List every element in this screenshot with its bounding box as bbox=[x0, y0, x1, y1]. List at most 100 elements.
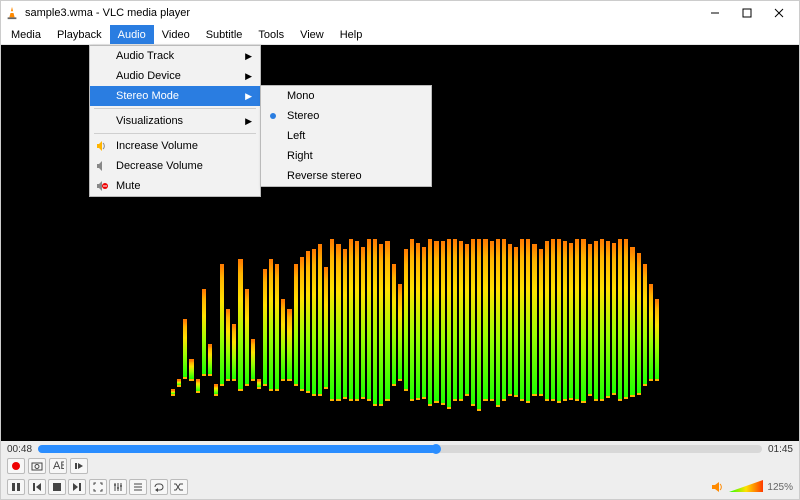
viz-bar bbox=[226, 309, 230, 441]
viz-bar bbox=[232, 324, 236, 441]
audio-menu-decrease-volume[interactable]: Decrease Volume bbox=[90, 156, 260, 176]
menu-media[interactable]: Media bbox=[3, 25, 49, 44]
viz-bar bbox=[606, 241, 610, 441]
viz-bar bbox=[251, 339, 255, 441]
viz-bar bbox=[471, 239, 475, 441]
loop-button[interactable] bbox=[150, 479, 168, 495]
stereo-option-reverse-stereo[interactable]: Reverse stereo bbox=[261, 166, 431, 186]
menu-audio[interactable]: Audio bbox=[110, 25, 154, 44]
maximize-button[interactable] bbox=[731, 1, 763, 25]
audio-menu-audio-device[interactable]: Audio Device▶ bbox=[90, 66, 260, 86]
record-button[interactable] bbox=[7, 458, 25, 474]
seek-slider[interactable] bbox=[38, 445, 762, 453]
viz-bar bbox=[373, 239, 377, 441]
submenu-arrow-icon: ▶ bbox=[245, 71, 252, 82]
audio-menu-stereo-mode[interactable]: Stereo Mode▶ bbox=[90, 86, 260, 106]
viz-bar bbox=[208, 344, 212, 441]
viz-bar bbox=[428, 239, 432, 441]
shuffle-button[interactable] bbox=[170, 479, 188, 495]
fullscreen-button[interactable] bbox=[89, 479, 107, 495]
viz-bar bbox=[422, 247, 426, 441]
atob-loop-button[interactable]: AB bbox=[49, 458, 67, 474]
viz-bar bbox=[453, 239, 457, 441]
progress-row: 00:48 01:45 bbox=[1, 441, 799, 457]
viz-bar bbox=[404, 249, 408, 441]
playback-toolbar: 125% bbox=[1, 475, 799, 499]
viz-bar bbox=[569, 243, 573, 441]
submenu-arrow-icon: ▶ bbox=[245, 51, 252, 62]
audio-menu-visualizations[interactable]: Visualizations▶ bbox=[90, 111, 260, 131]
viz-bar bbox=[312, 249, 316, 441]
volume-control[interactable]: 125% bbox=[711, 480, 793, 494]
seek-thumb[interactable] bbox=[431, 444, 441, 454]
previous-button[interactable] bbox=[28, 479, 46, 495]
viz-bar bbox=[581, 239, 585, 441]
minimize-button[interactable] bbox=[699, 1, 731, 25]
viz-bar bbox=[361, 247, 365, 441]
stereo-option-mono[interactable]: Mono bbox=[261, 86, 431, 106]
frame-step-button[interactable] bbox=[70, 458, 88, 474]
stereo-option-right[interactable]: Right bbox=[261, 146, 431, 166]
viz-bar bbox=[594, 241, 598, 441]
stereo-option-stereo[interactable]: Stereo bbox=[261, 106, 431, 126]
menu-help[interactable]: Help bbox=[332, 25, 371, 44]
stop-button[interactable] bbox=[48, 479, 66, 495]
viz-bar bbox=[655, 299, 659, 441]
viz-bar bbox=[306, 251, 310, 441]
viz-bar bbox=[618, 239, 622, 441]
viz-bar bbox=[294, 264, 298, 441]
viz-bar bbox=[281, 299, 285, 441]
menu-subtitle[interactable]: Subtitle bbox=[198, 25, 251, 44]
viz-bar bbox=[324, 267, 328, 441]
viz-bar bbox=[514, 247, 518, 441]
viz-bar bbox=[330, 239, 334, 441]
window-buttons bbox=[699, 1, 795, 25]
viz-bar bbox=[385, 241, 389, 441]
time-total[interactable]: 01:45 bbox=[768, 444, 793, 455]
menu-view[interactable]: View bbox=[292, 25, 332, 44]
snapshot-button[interactable] bbox=[28, 458, 46, 474]
mute-icon bbox=[95, 179, 109, 193]
viz-bar bbox=[545, 241, 549, 441]
extended-settings-button[interactable] bbox=[109, 479, 127, 495]
spectrum-visualization bbox=[171, 241, 659, 441]
viz-bar bbox=[392, 264, 396, 441]
viz-bar bbox=[349, 239, 353, 441]
menu-playback[interactable]: Playback bbox=[49, 25, 110, 44]
speaker-icon bbox=[711, 481, 725, 493]
stereo-option-left[interactable]: Left bbox=[261, 126, 431, 146]
pause-button[interactable] bbox=[7, 479, 25, 495]
volume-slider[interactable] bbox=[729, 480, 763, 494]
viz-bar bbox=[434, 241, 438, 441]
playlist-button[interactable] bbox=[129, 479, 147, 495]
audio-menu-mute[interactable]: Mute bbox=[90, 176, 260, 196]
window-title: sample3.wma - VLC media player bbox=[25, 7, 699, 19]
menu-bar: MediaPlaybackAudioVideoSubtitleToolsView… bbox=[1, 25, 799, 45]
viz-bar bbox=[214, 384, 218, 441]
viz-bar bbox=[551, 239, 555, 441]
menu-video[interactable]: Video bbox=[154, 25, 198, 44]
viz-bar bbox=[459, 241, 463, 441]
stereo-mode-menu: MonoStereoLeftRightReverse stereo bbox=[260, 85, 432, 187]
next-button[interactable] bbox=[68, 479, 86, 495]
viz-bar bbox=[287, 309, 291, 441]
vol-up-icon bbox=[95, 139, 109, 153]
time-elapsed[interactable]: 00:48 bbox=[7, 444, 32, 455]
viz-bar bbox=[557, 239, 561, 441]
viz-bar bbox=[643, 264, 647, 441]
svg-text:AB: AB bbox=[53, 461, 64, 471]
viz-bar bbox=[189, 359, 193, 441]
menu-tools[interactable]: Tools bbox=[250, 25, 292, 44]
viz-bar bbox=[490, 241, 494, 441]
close-button[interactable] bbox=[763, 1, 795, 25]
viz-bar bbox=[588, 244, 592, 441]
vlc-icon bbox=[5, 6, 19, 20]
seek-fill bbox=[38, 445, 436, 453]
viz-bar bbox=[526, 239, 530, 441]
viz-bar bbox=[379, 244, 383, 441]
audio-menu: Audio Track▶Audio Device▶Stereo Mode▶ Vis… bbox=[89, 45, 261, 197]
audio-menu-increase-volume[interactable]: Increase Volume bbox=[90, 136, 260, 156]
submenu-arrow-icon: ▶ bbox=[245, 91, 252, 102]
audio-menu-audio-track[interactable]: Audio Track▶ bbox=[90, 46, 260, 66]
radio-selected-icon bbox=[266, 109, 280, 123]
